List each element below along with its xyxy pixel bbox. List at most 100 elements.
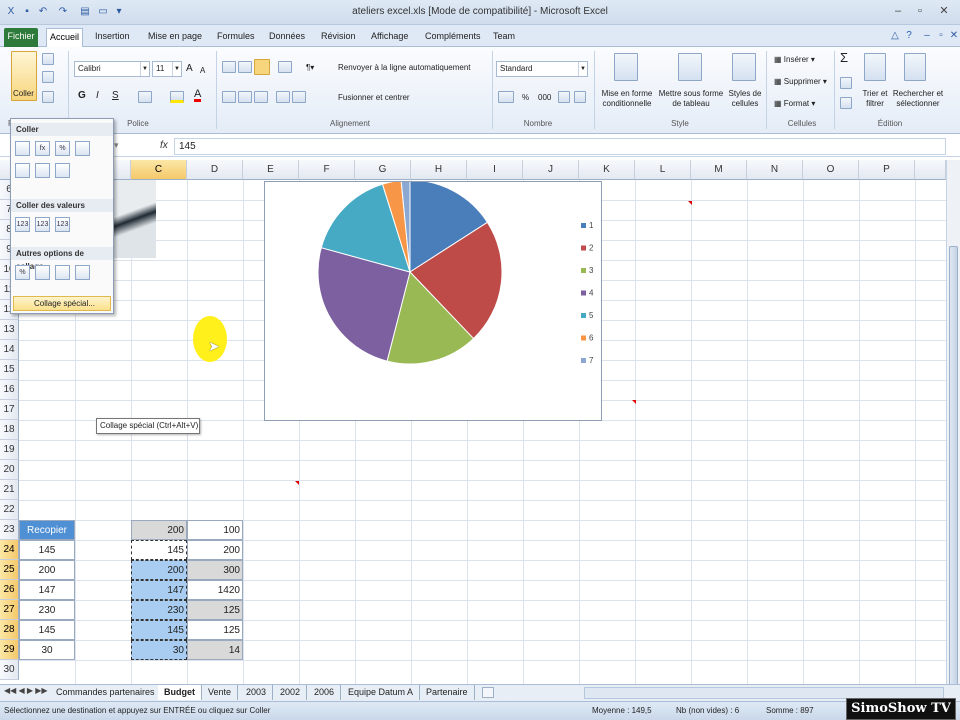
row-header[interactable]: 15 <box>0 360 19 380</box>
currency-icon[interactable] <box>498 91 514 103</box>
row-header[interactable]: 29 <box>0 640 19 660</box>
paste-formatting-icon[interactable]: % <box>15 265 30 280</box>
align-bottom-icon[interactable] <box>254 59 270 75</box>
sheet-tab-active[interactable]: Budget <box>158 685 202 700</box>
column-header-j[interactable]: J <box>523 160 579 180</box>
row-header[interactable]: 14 <box>0 340 19 360</box>
column-header-c[interactable]: C <box>131 160 187 180</box>
close-icon[interactable]: ✕ <box>934 3 954 19</box>
cell-styles-button[interactable]: Styles de cellules <box>726 89 764 109</box>
grow-font-icon[interactable]: A <box>186 64 193 74</box>
vertical-scrollbar[interactable] <box>946 160 960 708</box>
tab-complements[interactable]: Compléments <box>422 28 484 47</box>
column-header-g[interactable]: G <box>355 160 411 180</box>
delete-button[interactable]: ▦ Supprimer ▾ <box>774 77 827 87</box>
tab-donnees[interactable]: Données <box>266 28 308 47</box>
row-header[interactable]: 20 <box>0 460 19 480</box>
sheet-tab[interactable]: Equipe Datum A <box>342 685 421 700</box>
cell-d29[interactable]: 14 <box>187 640 243 660</box>
cell-b29[interactable]: 30 <box>19 640 75 660</box>
conditional-format-button[interactable]: Mise en forme conditionnelle <box>598 89 656 109</box>
cell-d24[interactable]: 200 <box>187 540 243 560</box>
tab-formules[interactable]: Formules <box>214 28 258 47</box>
align-middle-icon[interactable] <box>238 61 252 73</box>
column-header-q[interactable] <box>915 160 946 180</box>
percent-button[interactable]: % <box>522 93 529 103</box>
row-header[interactable]: 17 <box>0 400 19 420</box>
cell-b24[interactable]: 145 <box>19 540 75 560</box>
tab-insertion[interactable]: Insertion <box>92 28 133 47</box>
insert-button[interactable]: ▦ Insérer ▾ <box>774 55 815 65</box>
paste-values-icon[interactable]: 123 <box>15 217 30 232</box>
column-header-p[interactable]: P <box>859 160 915 180</box>
find-select-icon[interactable] <box>904 53 926 81</box>
column-header-m[interactable]: M <box>691 160 747 180</box>
cut-icon[interactable] <box>42 53 54 65</box>
number-format-select[interactable]: Standard ▼ <box>496 61 588 77</box>
row-header[interactable]: 26 <box>0 580 19 600</box>
help-icon[interactable]: ? <box>902 29 916 43</box>
cell-d23[interactable]: 100 <box>187 520 243 540</box>
align-left-icon[interactable] <box>222 91 236 103</box>
sort-filter-button[interactable]: Trier et filtrer <box>858 89 892 109</box>
bold-button[interactable]: G <box>78 91 86 101</box>
cell-c25[interactable]: 200 <box>131 560 187 580</box>
row-header[interactable]: 18 <box>0 420 19 440</box>
column-header-e[interactable]: E <box>243 160 299 180</box>
paste-no-borders-icon[interactable] <box>15 163 30 178</box>
paste-linked-picture-icon[interactable] <box>75 265 90 280</box>
pie-chart[interactable]: 1 2 3 4 5 6 7 <box>264 179 602 421</box>
orientation-icon[interactable] <box>278 61 292 73</box>
align-right-icon[interactable] <box>254 91 268 103</box>
row-header[interactable]: 21 <box>0 480 19 500</box>
wb-close-icon[interactable]: ✕ <box>947 29 960 43</box>
thousands-button[interactable]: 000 <box>538 93 551 103</box>
row-header[interactable]: 19 <box>0 440 19 460</box>
tab-affichage[interactable]: Affichage <box>368 28 411 47</box>
column-header-i[interactable]: I <box>467 160 523 180</box>
decrease-indent-icon[interactable] <box>276 91 290 103</box>
cell-b27[interactable]: 230 <box>19 600 75 620</box>
tab-revision[interactable]: Révision <box>318 28 359 47</box>
font-size-select[interactable]: 11 ▼ <box>152 61 182 77</box>
italic-button[interactable]: I <box>96 91 99 101</box>
row-header[interactable]: 23 <box>0 520 19 540</box>
namebox-dropdown-icon[interactable]: ▾ <box>114 140 128 154</box>
sheet-tab[interactable]: Vente <box>202 685 239 700</box>
sheet-tab[interactable]: 2003 <box>240 685 274 700</box>
text-direction-icon[interactable]: ¶▾ <box>306 63 314 73</box>
table-format-button[interactable]: Mettre sous forme de tableau <box>658 89 724 109</box>
vertical-scroll-thumb[interactable] <box>949 246 958 708</box>
cell-b26[interactable]: 147 <box>19 580 75 600</box>
cell-d26[interactable]: 1420 <box>187 580 243 600</box>
column-header-l[interactable]: L <box>635 160 691 180</box>
underline-button[interactable]: S <box>112 91 119 101</box>
row-header[interactable]: 24 <box>0 540 19 560</box>
copy-icon[interactable] <box>42 71 54 83</box>
cell-c29[interactable]: 30 <box>131 640 187 660</box>
cell-b25[interactable]: 200 <box>19 560 75 580</box>
comment-marker[interactable] <box>688 201 692 205</box>
paste-formulas-format-icon[interactable]: % <box>55 141 70 156</box>
merge-center-button[interactable]: Fusionner et centrer <box>338 93 410 103</box>
paste-keep-source-icon[interactable] <box>75 141 90 156</box>
column-header-k[interactable]: K <box>579 160 635 180</box>
cell-c28[interactable]: 145 <box>131 620 187 640</box>
fill-color-icon[interactable] <box>170 91 184 103</box>
table-format-icon[interactable] <box>678 53 702 81</box>
format-button[interactable]: ▦ Format ▾ <box>774 99 815 109</box>
row-header[interactable]: 25 <box>0 560 19 580</box>
paste-picture-icon[interactable] <box>55 265 70 280</box>
clear-icon[interactable] <box>840 97 852 109</box>
fx-icon[interactable]: fx <box>160 140 168 151</box>
paste-values-number-format-icon[interactable]: 123 <box>35 217 50 232</box>
column-header-h[interactable]: H <box>411 160 467 180</box>
font-color-icon[interactable]: A <box>194 89 202 102</box>
autosum-button[interactable]: Σ <box>840 51 848 64</box>
column-header-n[interactable]: N <box>747 160 803 180</box>
find-select-button[interactable]: Rechercher et sélectionner <box>892 89 944 109</box>
row-header[interactable]: 27 <box>0 600 19 620</box>
comment-marker[interactable] <box>295 481 299 485</box>
restore-icon[interactable]: ▫ <box>910 3 930 19</box>
minimize-icon[interactable]: – <box>888 3 908 19</box>
